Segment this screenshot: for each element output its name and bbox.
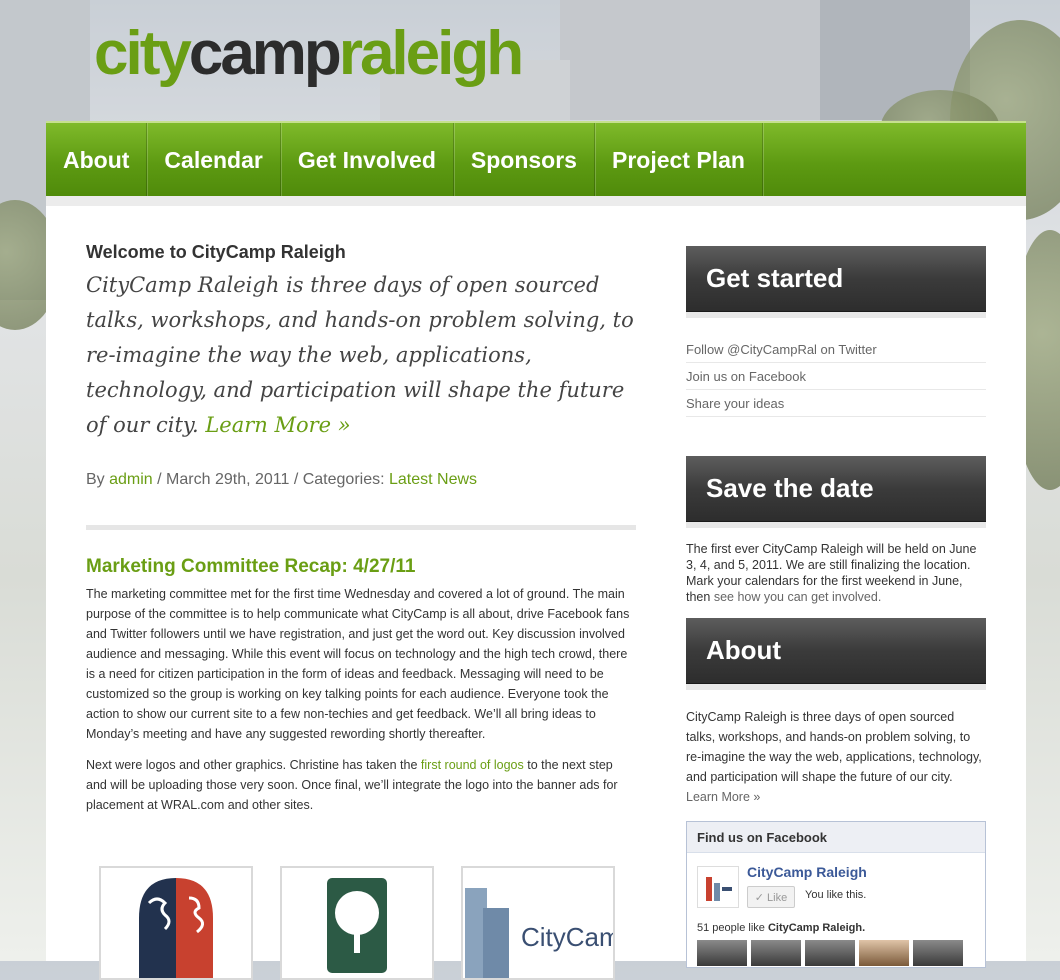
about-heading: About — [686, 618, 986, 684]
like-count-name[interactable]: CityCamp Raleigh. — [768, 922, 865, 934]
main-nav: About Calendar Get Involved Sponsors Pro… — [46, 121, 1026, 198]
nav-get-involved[interactable]: Get Involved — [281, 123, 454, 198]
nav-calendar[interactable]: Calendar — [147, 123, 281, 198]
sidebar: Get started Follow @CityCampRal on Twitt… — [686, 246, 986, 807]
about-text: CityCamp Raleigh is three days of open s… — [686, 707, 986, 807]
get-started-links: Follow @CityCampRal on Twitter Join us o… — [686, 336, 986, 417]
save-the-date-text: The first ever CityCamp Raleigh will be … — [686, 541, 986, 605]
save-the-date-heading: Save the date — [686, 456, 986, 522]
fan-avatar[interactable] — [751, 940, 801, 966]
main-column: Welcome to CityCamp Raleigh CityCamp Ral… — [86, 242, 636, 815]
heading-shade — [686, 684, 986, 690]
facebook-like-count: 51 people like CityCamp Raleigh. — [697, 922, 865, 934]
fan-avatar[interactable] — [859, 940, 909, 966]
facebook-like-button[interactable]: ✓ Like — [747, 886, 795, 908]
category-link[interactable]: Latest News — [389, 471, 477, 488]
post-meta: By admin / March 29th, 2011 / Categories… — [86, 471, 636, 489]
meta-by: By — [86, 471, 105, 488]
facebook-join-link[interactable]: Join us on Facebook — [686, 363, 986, 390]
brain-logo-thumb[interactable] — [99, 866, 253, 980]
facebook-widget: Find us on Facebook CityCamp Raleigh ✓ L… — [686, 821, 986, 968]
learn-more-link[interactable]: Learn More » — [205, 413, 350, 437]
about-body: CityCamp Raleigh is three days of open s… — [686, 710, 982, 784]
thumb3-text: CityCamp Raleigh — [521, 922, 613, 952]
share-ideas-link[interactable]: Share your ideas — [686, 390, 986, 417]
buildings-logo-thumb[interactable]: CityCamp Raleigh — [461, 866, 615, 980]
logo-thumbnails: CityCamp Raleigh — [99, 866, 639, 980]
oak-tree-icon — [327, 878, 387, 973]
nav-project-plan[interactable]: Project Plan — [595, 123, 763, 198]
like-count-prefix: 51 people like — [697, 922, 765, 934]
fan-avatar[interactable] — [805, 940, 855, 966]
nav-about[interactable]: About — [46, 123, 148, 198]
fan-avatar[interactable] — [913, 940, 963, 966]
author-link[interactable]: admin — [109, 471, 153, 488]
site-logo[interactable]: citycampraleigh — [94, 14, 524, 94]
meta-date: / March 29th, 2011 / Categories: — [157, 471, 385, 488]
content-panel: Welcome to CityCamp Raleigh CityCamp Ral… — [46, 196, 1026, 980]
heading-shade — [686, 522, 986, 528]
welcome-title: Welcome to CityCamp Raleigh — [86, 242, 346, 262]
facebook-widget-title: Find us on Facebook — [687, 822, 985, 853]
logo-camp: camp — [188, 19, 342, 88]
logo-city: city — [94, 19, 192, 88]
welcome-text: CityCamp Raleigh is three days of open s… — [86, 268, 636, 443]
brain-head-icon — [139, 878, 213, 978]
content-top-shade — [46, 196, 1026, 206]
logos-link[interactable]: first round of logos — [421, 758, 524, 772]
citycamp-small-logo-icon — [706, 877, 732, 901]
facebook-page-name[interactable]: CityCamp Raleigh — [747, 864, 867, 880]
nav-sponsors[interactable]: Sponsors — [454, 123, 595, 198]
article-paragraph-2: Next were logos and other graphics. Chri… — [86, 755, 636, 815]
twitter-follow-link[interactable]: Follow @CityCampRal on Twitter — [686, 336, 986, 363]
about-learn-more-link[interactable]: Learn More » — [686, 790, 760, 804]
post-divider — [86, 525, 636, 530]
oak-tree-logo-thumb[interactable] — [280, 866, 434, 980]
p2-text-before: Next were logos and other graphics. Chri… — [86, 758, 418, 772]
logo-raleigh: raleigh — [338, 19, 524, 88]
welcome-body: CityCamp Raleigh is three days of open s… — [86, 273, 634, 437]
get-involved-link[interactable]: see how you can get involved. — [714, 590, 881, 604]
article-paragraph-1: The marketing committee met for the firs… — [86, 587, 630, 741]
get-started-heading: Get started — [686, 246, 986, 312]
fan-avatar[interactable] — [697, 940, 747, 966]
page-avatar[interactable] — [697, 866, 739, 908]
you-like-text: You like this. — [805, 889, 867, 901]
heading-shade — [686, 312, 986, 318]
article-title[interactable]: Marketing Committee Recap: 4/27/11 — [86, 556, 636, 578]
buildings-icon: CityCamp Raleigh — [465, 888, 613, 978]
